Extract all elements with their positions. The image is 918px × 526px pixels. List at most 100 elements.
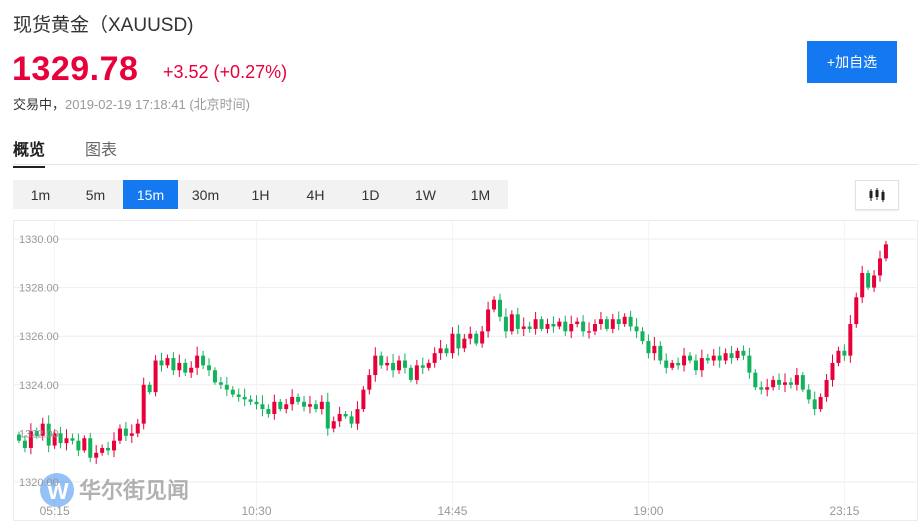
candle-up xyxy=(135,423,140,434)
period-1w[interactable]: 1W xyxy=(398,180,453,209)
candle-up xyxy=(414,365,419,380)
candle-up xyxy=(141,384,146,424)
candle-up xyxy=(480,331,485,344)
y-tick-label: 1322.00 xyxy=(19,428,59,440)
candle-up xyxy=(682,355,687,366)
candle-down xyxy=(76,440,81,451)
candle-down xyxy=(302,401,307,407)
candle-up xyxy=(711,355,716,361)
candle-down xyxy=(527,326,532,329)
candle-up xyxy=(670,362,675,368)
candle-down xyxy=(503,316,508,332)
candle-down xyxy=(391,362,396,371)
period-1mo[interactable]: 1M xyxy=(453,180,508,209)
candle-down xyxy=(260,404,265,410)
candle-down xyxy=(806,389,811,400)
candle-up xyxy=(723,353,728,361)
candle-up xyxy=(575,321,580,325)
candle-down xyxy=(640,331,645,342)
tab-chart[interactable]: 图表 xyxy=(85,136,117,162)
candle-down xyxy=(628,316,633,327)
candle-down xyxy=(759,387,764,390)
chart-type-button[interactable] xyxy=(855,180,899,210)
candle-up xyxy=(367,375,372,390)
period-4h[interactable]: 4H xyxy=(288,180,343,209)
candle-up xyxy=(468,333,473,339)
candle-up xyxy=(848,324,853,356)
candle-down xyxy=(747,355,752,373)
candle-down xyxy=(408,367,413,380)
candle-up xyxy=(272,401,277,414)
candle-up xyxy=(883,244,888,259)
candle-down xyxy=(812,399,817,410)
period-30m[interactable]: 30m xyxy=(178,180,233,209)
candle-up xyxy=(509,314,514,332)
candle-up xyxy=(177,362,182,371)
status-label: 交易中， xyxy=(13,97,66,112)
period-5m[interactable]: 5m xyxy=(68,180,123,209)
candle-up xyxy=(450,333,455,354)
candle-up xyxy=(872,275,877,288)
candle-up xyxy=(783,382,788,385)
candle-up xyxy=(836,350,841,363)
candle-up xyxy=(699,358,704,371)
candle-down xyxy=(646,341,651,354)
candle-up xyxy=(854,297,859,325)
candle-down xyxy=(254,401,259,405)
candle-down xyxy=(207,365,212,371)
candle-down xyxy=(741,350,746,356)
candle-up xyxy=(824,379,829,397)
period-1h[interactable]: 1H xyxy=(233,180,288,209)
candle-up xyxy=(165,358,170,366)
x-tick-label: 23:15 xyxy=(829,504,859,518)
y-tick-label: 1320.00 xyxy=(19,477,59,489)
candle-up xyxy=(533,319,538,329)
candle-up xyxy=(652,345,657,354)
period-15m[interactable]: 15m xyxy=(123,180,178,209)
candle-down xyxy=(616,319,621,325)
candle-down xyxy=(123,428,128,436)
y-tick-label: 1330.00 xyxy=(19,234,59,246)
candle-up xyxy=(438,348,443,354)
trading-status: 交易中，2019-02-19 17:18:41 (北京时间) xyxy=(13,94,250,113)
candle-down xyxy=(563,321,568,332)
candle-up xyxy=(355,409,360,424)
candle-up xyxy=(557,321,562,327)
candle-up xyxy=(818,396,823,410)
candle-down xyxy=(634,326,639,332)
candle-up xyxy=(112,440,117,451)
period-selector: 1m 5m 15m 30m 1H 4H 1D 1W 1M xyxy=(13,180,508,209)
candlestick-chart[interactable]: W 华尔街见闻 1330.00 1328.00 1326.00 1324.00 1322… xyxy=(13,220,918,521)
candle-down xyxy=(676,362,681,366)
add-to-watchlist-button[interactable]: +加自选 xyxy=(807,41,897,83)
period-1m[interactable]: 1m xyxy=(13,180,68,209)
candle-up xyxy=(129,433,134,436)
candle-down xyxy=(842,350,847,356)
candle-down xyxy=(402,360,407,368)
x-tick-label: 14:45 xyxy=(437,504,467,518)
candle-up xyxy=(94,452,99,458)
candle-down xyxy=(224,384,229,390)
price-chart[interactable]: W 华尔街见闻 1330.00 1328.00 1326.00 1324.00 1322… xyxy=(13,220,918,526)
candle-down xyxy=(230,389,235,395)
page-title: 现货黄金（XAUUSD) xyxy=(13,15,194,36)
candle-down xyxy=(456,333,461,349)
candle-up xyxy=(492,299,497,310)
period-1d[interactable]: 1D xyxy=(343,180,398,209)
candle-down xyxy=(800,375,805,390)
candle-down xyxy=(70,438,75,441)
candle-down xyxy=(753,372,758,388)
candle-up xyxy=(361,389,366,410)
candle-down xyxy=(788,382,793,385)
y-tick-label: 1328.00 xyxy=(19,283,59,295)
candle-down xyxy=(296,396,301,402)
candle-down xyxy=(705,358,710,361)
watermark-text: 华尔街见闻 xyxy=(79,478,189,503)
candle-up xyxy=(462,338,467,349)
candle-up xyxy=(64,438,69,444)
candle-down xyxy=(551,324,556,327)
candle-down xyxy=(236,394,241,397)
candle-up xyxy=(117,428,122,441)
candle-up xyxy=(426,362,431,368)
candle-down xyxy=(693,360,698,371)
